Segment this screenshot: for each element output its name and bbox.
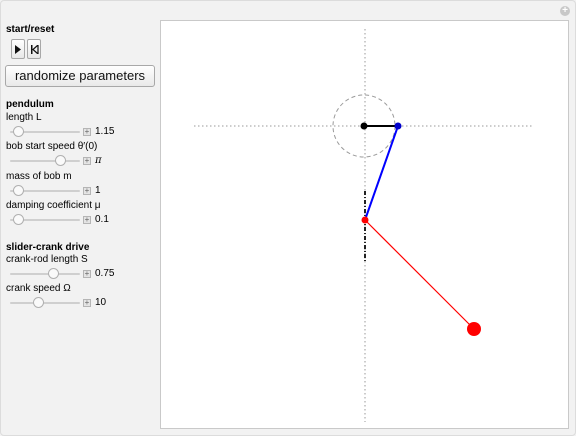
play-button[interactable]	[11, 39, 25, 59]
slider-thumb[interactable]	[13, 185, 25, 196]
crank-rod-value: 0.75	[95, 268, 115, 279]
simulation-canvas	[160, 20, 569, 429]
skip-back-icon	[30, 44, 39, 54]
connecting-rod	[364, 125, 399, 221]
slider-thumb[interactable]	[48, 268, 60, 279]
slider-joint	[361, 216, 369, 224]
crank-pin	[394, 122, 402, 130]
length-slider[interactable]	[10, 126, 80, 138]
play-icon	[15, 44, 21, 54]
length-expand-button[interactable]: +	[83, 128, 91, 136]
damping-label: damping coefficient μ	[6, 200, 101, 211]
damping-slider[interactable]	[10, 214, 80, 226]
length-label: length L	[6, 112, 42, 123]
slider-thumb[interactable]	[13, 214, 25, 225]
slider-thumb[interactable]	[33, 297, 44, 308]
expand-icon[interactable]: +	[560, 6, 570, 16]
crank-speed-slider[interactable]	[10, 297, 80, 309]
pendulum-bob[interactable]	[467, 322, 481, 336]
crank-rod-expand-button[interactable]: +	[83, 270, 91, 278]
mass-label: mass of bob m	[6, 171, 72, 182]
start-speed-expand-button[interactable]: +	[83, 157, 91, 165]
randomize-parameters-button[interactable]: randomize parameters	[5, 65, 155, 87]
slider-crank-section-title: slider-crank drive	[6, 242, 90, 253]
mass-slider[interactable]	[10, 185, 80, 197]
length-value: 1.15	[95, 126, 115, 137]
reset-button[interactable]	[27, 39, 41, 59]
mass-value: 1	[95, 185, 101, 196]
slider-thumb[interactable]	[13, 126, 25, 137]
crank-speed-label: crank speed Ω	[6, 283, 71, 294]
pendulum-section-title: pendulum	[6, 99, 54, 110]
crank-speed-value: 10	[95, 297, 107, 308]
start-speed-label: bob start speed θ′(0)	[6, 141, 98, 152]
simulation-svg	[194, 29, 532, 422]
damping-expand-button[interactable]: +	[83, 216, 91, 224]
crank-speed-expand-button[interactable]: +	[83, 299, 91, 307]
start-speed-slider[interactable]	[10, 155, 80, 167]
mass-expand-button[interactable]: +	[83, 187, 91, 195]
pendulum-rod	[364, 219, 475, 330]
crank-rod-label: crank-rod length S	[6, 254, 88, 265]
start-speed-value: π	[95, 155, 102, 166]
slider-thumb[interactable]	[55, 155, 67, 166]
damping-value: 0.1	[95, 214, 109, 225]
crank-pivot	[360, 122, 368, 130]
crank-rod-slider[interactable]	[10, 268, 80, 280]
start-reset-label: start/reset	[6, 24, 55, 35]
